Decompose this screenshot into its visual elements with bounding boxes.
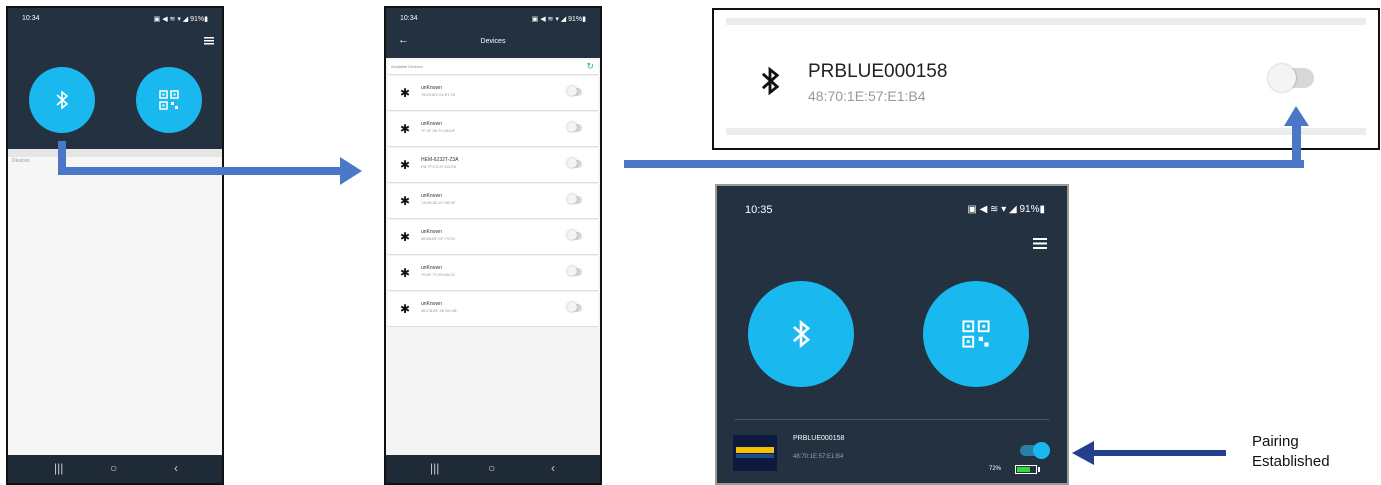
arrow-3-head: [1072, 441, 1094, 465]
arrow-2-horizontal: [624, 160, 1304, 168]
arrow-3-shaft: [1090, 450, 1226, 456]
arrow-1-head: [340, 157, 362, 185]
arrow-1-horizontal: [58, 167, 342, 175]
arrow-2-head: [1284, 106, 1309, 126]
flow-arrows: [58, 106, 1309, 465]
arrow-2-vertical: [1292, 124, 1301, 168]
